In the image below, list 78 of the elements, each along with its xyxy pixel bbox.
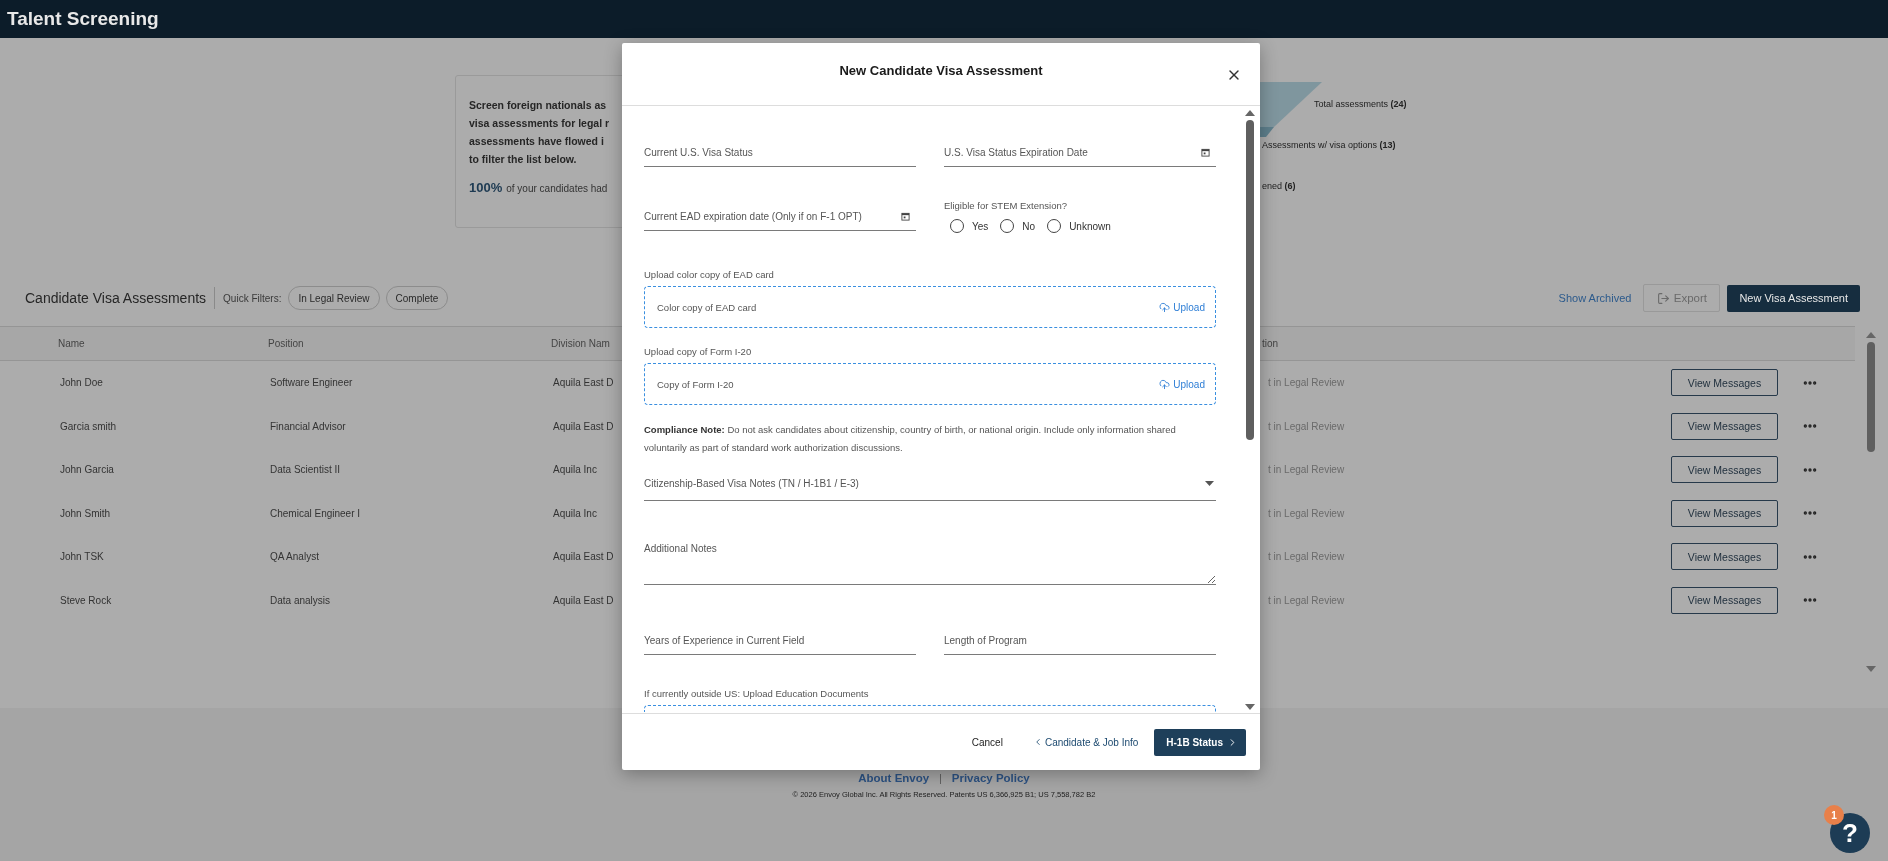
table-cell: Aquila East D [553, 594, 614, 606]
next-button[interactable]: H-1B Status [1154, 728, 1246, 756]
separator: | [939, 772, 942, 784]
quick-filters-label: Quick Filters: [223, 292, 282, 304]
upload-placeholder: Color copy of EAD card [657, 301, 758, 313]
upload-dropzone[interactable]: Copy of Form I-20 Upload [644, 363, 1216, 405]
cancel-button[interactable]: Cancel [965, 735, 1009, 749]
date-field[interactable]: U.S. Visa Status Expiration Date [944, 147, 1201, 158]
field-label: If currently outside US: Upload Education Documents [644, 688, 869, 699]
column-header: Name [58, 338, 85, 349]
table-cell: Steve Rock [60, 594, 112, 606]
text-field[interactable]: Length of Program [944, 635, 1216, 646]
text-field[interactable]: Current U.S. Visa Status [644, 147, 916, 158]
upload-button[interactable]: Upload [1159, 378, 1205, 390]
scrollbar[interactable] [1865, 332, 1877, 672]
view-messages-button[interactable]: View Messages [1671, 543, 1778, 571]
field-label: Upload color copy of EAD card [644, 269, 774, 280]
upload-dropzone[interactable] [644, 705, 1216, 712]
funnel-label: Assessments w/ visa options (13) [1262, 140, 1397, 150]
radio-button[interactable] [1000, 219, 1015, 233]
view-messages-button[interactable]: View Messages [1671, 586, 1778, 614]
info-text: to filter the list below. [469, 152, 577, 167]
caret-icon [1205, 481, 1214, 486]
table-cell: Aquila East D [553, 420, 614, 432]
info-text: assessments have flowed i [469, 134, 604, 149]
funnel-label: Total assessments (24) [1313, 99, 1408, 109]
scrollbar[interactable] [1244, 110, 1256, 710]
table-cell: Aquila Inc [553, 464, 597, 476]
column-header: tion [1262, 338, 1279, 349]
table-cell: Data analysis [270, 594, 331, 606]
table-cell: Aquila Inc [553, 507, 597, 519]
view-messages-button[interactable]: View Messages [1671, 412, 1778, 440]
table-cell: John Smith [60, 507, 111, 519]
column-header: Division Nam [551, 338, 610, 349]
app-title: Talent Screening [7, 8, 159, 30]
modal-title: New Candidate Visa Assessment [839, 62, 1043, 78]
radio-button[interactable] [1047, 219, 1062, 233]
compliance-note: Compliance Note: Do not ask candidates about citizenship, country of birth, or national origin. Include only information shared voluntarily as part of standard work authorization discussions. [644, 423, 1177, 455]
calendar-icon[interactable] [901, 212, 910, 221]
upload-placeholder: Copy of Form I-20 [657, 378, 735, 390]
stat-text: of your candidates had [506, 183, 608, 194]
table-cell: John TSK [60, 551, 104, 563]
text-field[interactable]: Years of Experience in Current Field [644, 635, 916, 646]
view-messages-button[interactable]: View Messages [1671, 456, 1778, 484]
cloud-upload-icon [1159, 378, 1171, 390]
radio-option[interactable]: Yes [950, 219, 989, 233]
new-assessment-button[interactable]: New Visa Assessment [1727, 284, 1860, 312]
funnel-label: ened (6) [1262, 181, 1297, 191]
section-title: Candidate Visa Assessments [25, 290, 207, 306]
view-messages-button[interactable]: View Messages [1671, 369, 1778, 397]
table-cell: Software Engineer [270, 377, 353, 389]
info-text: Screen foreign nationals as [469, 98, 607, 113]
upload-button[interactable]: Upload [1159, 301, 1205, 313]
date-field[interactable]: Current EAD expiration date (Only if on F-1 OPT) [644, 211, 901, 222]
table-cell: Financial Advisor [270, 420, 346, 432]
field-label: Upload copy of Form I-20 [644, 346, 752, 357]
back-button[interactable]: Candidate & Job Info [1026, 735, 1145, 749]
field-label: Eligible for STEM Extension? [944, 200, 1069, 211]
table-cell: Garcia smith [60, 420, 117, 432]
table-cell: Chemical Engineer I [270, 507, 361, 519]
table-cell: Aquila East D [553, 551, 614, 563]
info-text: visa assessments for legal r [469, 116, 610, 131]
calendar-icon[interactable] [1201, 148, 1210, 157]
table-cell: John Doe [60, 377, 103, 389]
radio-button[interactable] [950, 219, 964, 233]
radio-option[interactable]: No [1000, 219, 1036, 233]
upload-dropzone[interactable]: Color copy of EAD card Upload [644, 286, 1216, 328]
view-messages-button[interactable]: View Messages [1671, 499, 1778, 527]
box-arrow-icon [1656, 291, 1670, 305]
table-cell: Aquila East D [553, 377, 614, 389]
radio-option[interactable]: Unknown [1047, 219, 1111, 233]
table-cell: Data Scientist II [270, 464, 341, 476]
stat-value: 100% [469, 180, 503, 195]
table-cell: QA Analyst [270, 551, 319, 563]
table-cell: John Garcia [60, 464, 114, 476]
select-field[interactable]: Citizenship-Based Visa Notes (TN / H-1B1 / E-3) [644, 467, 1216, 501]
cloud-upload-icon [1159, 301, 1171, 313]
column-header: Position [268, 338, 304, 349]
